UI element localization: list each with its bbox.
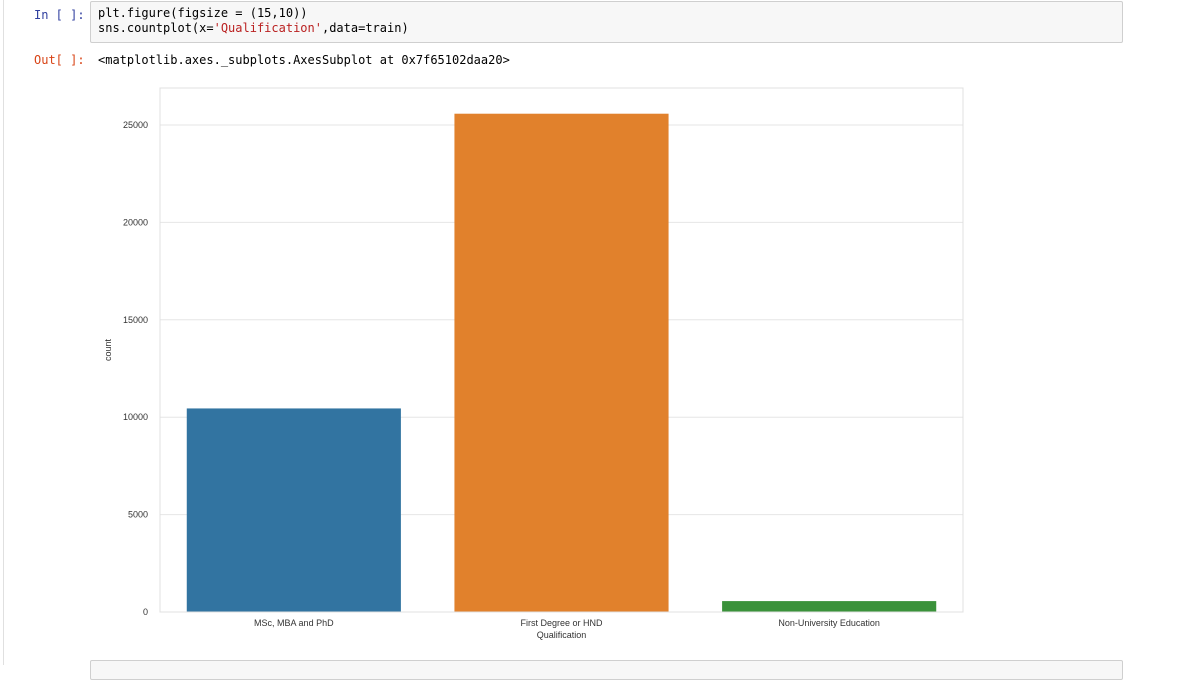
countplot-chart: 0 5000 10000 15000 20000 25000 MSc, MBA and P… (103, 87, 964, 640)
y-tick-label: 5000 (128, 510, 148, 520)
bar-msc-mba-and-phd (186, 408, 401, 612)
y-axis-label: count (103, 338, 113, 361)
y-tick-label: 15000 (123, 315, 148, 325)
bar-first-degree-or-hnd (454, 113, 669, 612)
y-tick-label: 20000 (123, 217, 148, 227)
x-axis-label: Qualification (537, 630, 587, 640)
bar-non-university-education (722, 601, 937, 612)
y-tick-label: 0 (143, 607, 148, 617)
x-tick-label: First Degree or HND (520, 618, 603, 628)
y-tick-label: 25000 (123, 120, 148, 130)
next-code-cell[interactable] (90, 660, 1123, 680)
y-tick-label: 10000 (123, 412, 148, 422)
x-tick-label: Non-University Education (778, 618, 880, 628)
x-tick-label: MSc, MBA and PhD (254, 618, 334, 628)
